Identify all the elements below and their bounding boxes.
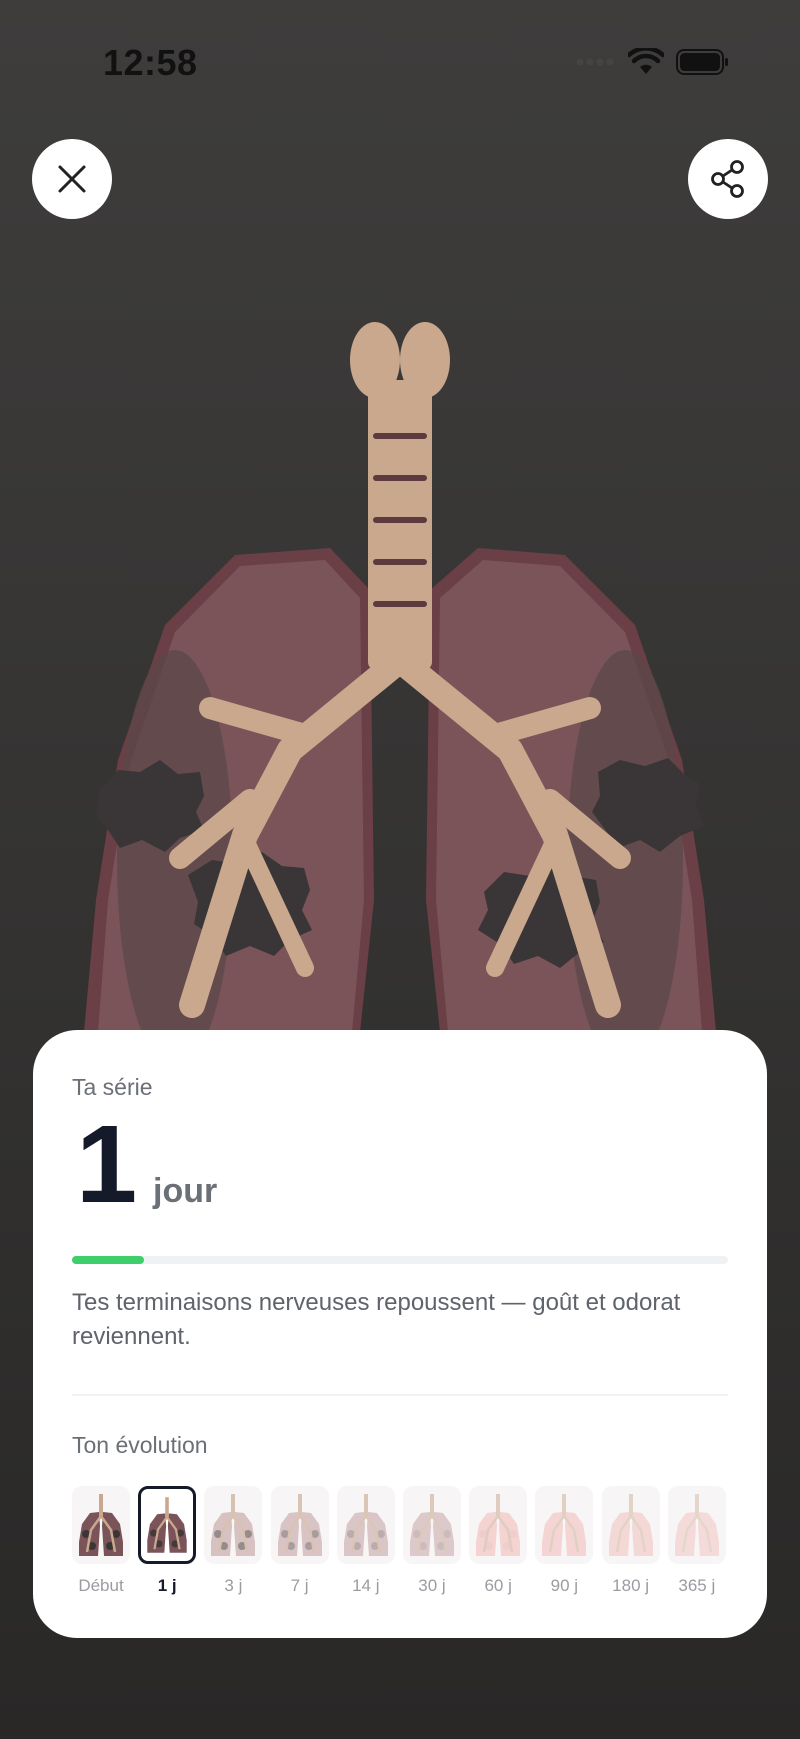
milestone-thumb[interactable] xyxy=(336,1486,395,1564)
milestone-label: 60 j xyxy=(484,1576,512,1595)
close-icon xyxy=(58,165,86,193)
milestone-thumb[interactable] xyxy=(138,1486,197,1564)
mini-lungs-icon xyxy=(79,1494,123,1556)
mini-lungs-icon xyxy=(211,1494,256,1556)
mini-lungs-icon xyxy=(674,1494,719,1556)
milestone-label: Début xyxy=(78,1576,124,1595)
streak-progress-track xyxy=(72,1256,728,1264)
milestone-label: 180 j xyxy=(612,1576,650,1595)
card-divider xyxy=(72,1394,728,1396)
streak-count: 1 xyxy=(76,1103,138,1226)
streak-progress-fill xyxy=(72,1256,145,1264)
close-button[interactable] xyxy=(32,139,112,219)
milestone-thumb[interactable] xyxy=(270,1486,329,1564)
milestone-thumb[interactable] xyxy=(72,1486,130,1564)
milestone-label: 1 j xyxy=(157,1576,177,1595)
milestone-thumb[interactable] xyxy=(204,1486,263,1564)
milestone-label: 90 j xyxy=(550,1576,579,1595)
evolution-title: Ton évolution xyxy=(72,1432,208,1458)
streak-message: Tes terminaisons nerveuses repoussent — … xyxy=(72,1289,681,1350)
milestone-thumb[interactable] xyxy=(535,1486,594,1564)
milestone-label: 14 j xyxy=(352,1576,380,1595)
milestone-thumb[interactable] xyxy=(469,1486,528,1564)
streak-unit: jour xyxy=(153,1172,218,1210)
milestone-label: 30 j xyxy=(418,1576,446,1595)
evolution-timeline: Début 1 j 3 j 7 j 14 j 30 j 60 j 90 j 180 j 365 j xyxy=(72,1486,732,1596)
mini-lungs-icon xyxy=(410,1494,454,1556)
mini-lungs-icon xyxy=(542,1494,587,1556)
mini-lungs-icon xyxy=(608,1494,653,1556)
share-button[interactable] xyxy=(688,139,768,219)
milestone-thumb[interactable] xyxy=(601,1486,660,1564)
share-icon xyxy=(711,160,744,198)
streak-title: Ta série xyxy=(72,1074,153,1100)
mini-lungs-icon xyxy=(476,1494,521,1556)
mini-lungs-icon xyxy=(147,1497,187,1553)
mini-lungs-icon xyxy=(343,1494,388,1556)
mini-lungs-icon xyxy=(277,1494,322,1556)
milestone-label: 365 j xyxy=(678,1576,716,1595)
milestone-thumb[interactable] xyxy=(667,1486,726,1564)
milestone-thumb[interactable] xyxy=(403,1486,461,1564)
milestone-label: 3 j xyxy=(224,1576,243,1595)
milestone-label: 7 j xyxy=(290,1576,309,1595)
